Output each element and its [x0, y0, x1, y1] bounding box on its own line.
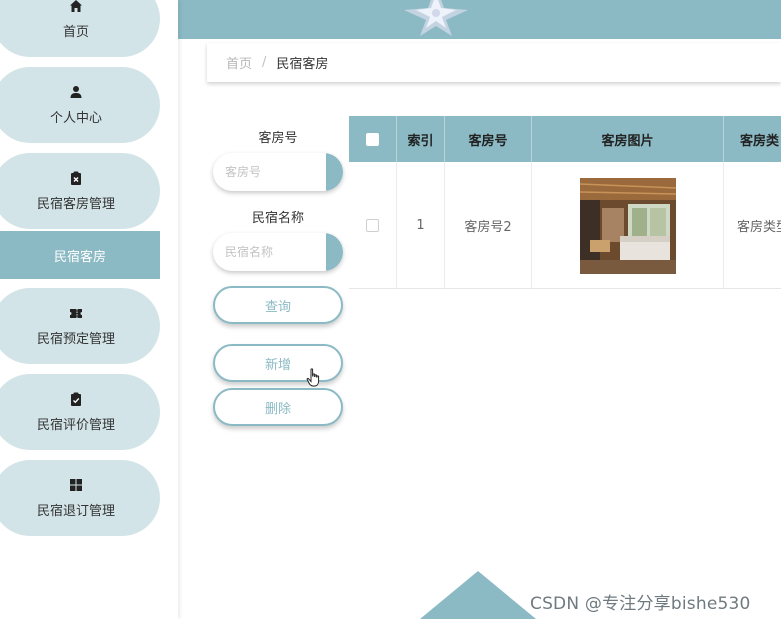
room-no-input[interactable] — [213, 153, 325, 191]
query-button[interactable]: 查询 — [213, 286, 343, 324]
column-header-room-image: 客房图片 — [532, 116, 724, 162]
column-header-room-no: 客房号 — [445, 116, 532, 162]
sidebar-subitem-rooms[interactable]: 民宿客房 — [0, 231, 160, 279]
homestay-name-label: 民宿名称 — [251, 211, 304, 226]
watermark-text: CSDN @专注分享bishe530 — [530, 594, 751, 614]
sidebar-item-booking-management[interactable]: 民宿预定管理 — [0, 288, 160, 364]
sidebar-item-review-management[interactable]: 民宿评价管理 — [0, 374, 160, 450]
breadcrumb-separator: / — [262, 55, 267, 70]
sidebar-item-profile[interactable]: 个人中心 — [0, 67, 160, 143]
sidebar: 首页 个人中心 民宿客房管理 民宿客房 民宿预定管理 民宿评价管理 民宿退订管理 — [0, 0, 178, 619]
flower-decoration-icon — [404, 0, 468, 36]
input-cap — [326, 153, 343, 191]
sidebar-item-home[interactable]: 首页 — [0, 0, 160, 57]
cell-room-image — [532, 162, 724, 289]
room-no-label: 客房号 — [258, 131, 298, 146]
hand-cursor-icon — [306, 368, 320, 387]
sidebar-item-label: 民宿退订管理 — [36, 503, 115, 519]
breadcrumb-current: 民宿客房 — [276, 57, 329, 72]
clipboard-x-icon — [71, 171, 81, 185]
sidebar-item-label: 民宿客房管理 — [36, 196, 115, 212]
grid-icon — [70, 478, 82, 491]
user-icon — [70, 85, 82, 98]
delete-button[interactable]: 删除 — [213, 388, 343, 426]
breadcrumb-home-link[interactable]: 首页 — [226, 53, 252, 72]
room-photo-image — [579, 177, 676, 274]
sidebar-item-label: 民宿预定管理 — [36, 331, 115, 347]
clipboard-check-icon — [71, 392, 81, 406]
homestay-name-input[interactable] — [213, 233, 325, 271]
table-row: 1 客房号2 客房类型 — [349, 162, 781, 289]
ticket-icon — [70, 308, 82, 318]
column-header-room-type: 客房类 — [740, 133, 780, 149]
room-no-field[interactable] — [213, 153, 343, 191]
row-select-cell — [349, 162, 397, 289]
bottom-decoration — [420, 571, 536, 619]
add-button[interactable]: 新增 — [213, 344, 343, 382]
input-cap — [326, 233, 343, 271]
table-header: 索引 客房号 客房图片 客房类 — [349, 116, 781, 162]
app-root: 首页 / 民宿客房 首页 个人中心 民宿客房管理 民宿客房 民宿预定管理 民宿评… — [0, 0, 781, 619]
sidebar-item-label: 民宿评价管理 — [36, 417, 115, 433]
sidebar-item-cancel-management[interactable]: 民宿退订管理 — [0, 460, 160, 536]
breadcrumb: 首页 / 民宿客房 — [207, 43, 781, 82]
sidebar-item-label: 首页 — [62, 24, 89, 40]
cell-room-type: 客房类型 — [737, 220, 781, 235]
sidebar-item-label: 个人中心 — [49, 110, 102, 126]
top-banner — [178, 0, 781, 39]
sidebar-subitem-label: 民宿客房 — [53, 249, 106, 265]
column-header-index: 索引 — [397, 116, 445, 162]
homestay-name-field[interactable] — [213, 233, 343, 271]
sidebar-item-room-management[interactable]: 民宿客房管理 — [0, 153, 160, 229]
home-icon — [70, 0, 82, 12]
cell-index: 1 — [397, 162, 445, 289]
select-all-cell — [349, 116, 397, 162]
cell-room-no: 客房号2 — [445, 162, 532, 289]
select-all-checkbox[interactable] — [366, 132, 379, 146]
row-checkbox[interactable] — [366, 219, 379, 232]
